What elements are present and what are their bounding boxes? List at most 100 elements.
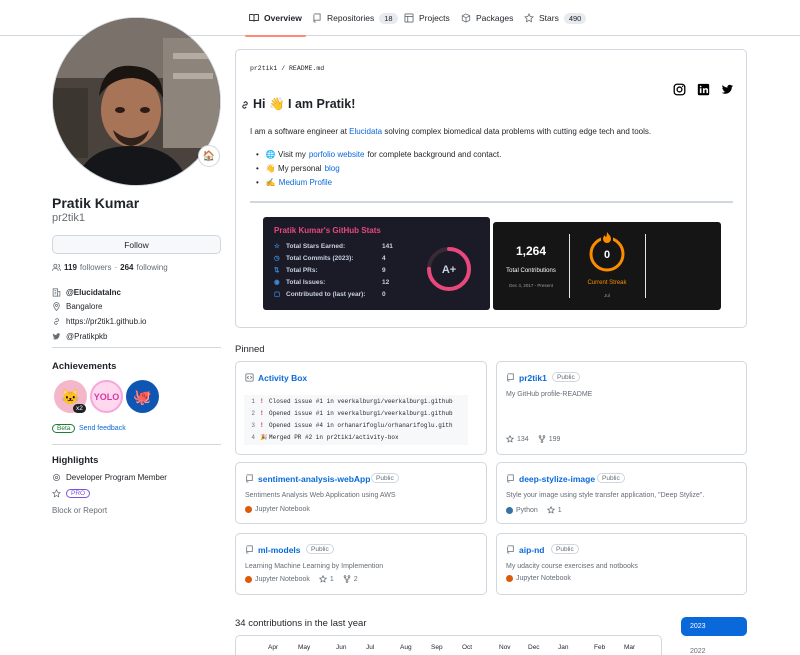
pinned-item-name[interactable]: pr2tik1 bbox=[519, 373, 547, 383]
tab-projects[interactable]: Projects bbox=[404, 0, 450, 36]
public-badge: Public bbox=[552, 372, 580, 382]
profile-name: Pratik Kumar bbox=[52, 195, 140, 211]
twitter-logo-icon[interactable] bbox=[721, 83, 734, 96]
tab-stars-label: Stars bbox=[539, 13, 559, 23]
stars-link[interactable]: 134 bbox=[506, 435, 529, 443]
stars-link[interactable]: 1 bbox=[318, 575, 334, 583]
following-label[interactable]: following bbox=[137, 263, 168, 272]
repo-icon: ▢ bbox=[274, 291, 281, 298]
clock-icon: ◷ bbox=[274, 255, 280, 262]
pinned-item-description: My udacity course exercises and notbooks bbox=[506, 563, 638, 570]
public-badge: Public bbox=[371, 473, 399, 483]
elucidata-link[interactable]: Elucidata bbox=[349, 127, 382, 136]
medium-profile-link[interactable]: Medium Profile bbox=[279, 178, 332, 187]
pinned-item-name[interactable]: sentiment-analysis-webApp bbox=[258, 474, 370, 484]
highlight-developer-program: Developer Program Member bbox=[52, 473, 167, 482]
stat-value: 4 bbox=[382, 254, 386, 262]
tab-packages[interactable]: Packages bbox=[461, 0, 513, 36]
pinned-item-name[interactable]: Activity Box bbox=[258, 373, 307, 383]
forks-count: 2 bbox=[353, 575, 358, 583]
pinned-item-name[interactable]: aip-nd bbox=[519, 545, 545, 555]
vcard-twitter[interactable]: @Pratikpkb bbox=[52, 332, 107, 341]
followers-count[interactable]: 119 bbox=[64, 263, 77, 272]
gist-line-text: Merged PR #2 in pr2tik1/activity-box bbox=[269, 433, 399, 441]
forks-link[interactable]: 199 bbox=[538, 435, 560, 443]
organization-icon bbox=[52, 288, 61, 297]
pinned-item-activity-box[interactable]: Activity Box 1! Closed issue #1 in veerka… bbox=[235, 361, 487, 455]
pinned-item-name[interactable]: deep-stylize-image bbox=[519, 474, 595, 484]
follow-button[interactable]: Follow bbox=[52, 235, 221, 254]
list-item: ✍️ Medium Profile bbox=[256, 175, 501, 189]
block-or-report-text: Block or Report bbox=[52, 506, 108, 515]
repo-icon bbox=[246, 474, 253, 483]
current-streak-ring: 0 bbox=[589, 232, 625, 272]
github-stats-card[interactable]: Pratik Kumar's GitHub Stats ☆ Total Stars… bbox=[263, 217, 490, 310]
year-2022-button[interactable]: 2022 bbox=[681, 642, 747, 655]
vcard-website[interactable]: https://pr2tik1.github.io bbox=[52, 317, 147, 326]
tab-packages-label: Packages bbox=[476, 13, 514, 23]
month-label: Jan bbox=[558, 644, 569, 651]
tab-overview[interactable]: Overview bbox=[245, 0, 306, 37]
current-streak-sub: Jul bbox=[604, 293, 610, 298]
total-contributions-range: Dec 4, 2017 - Present bbox=[509, 283, 553, 288]
month-label: Jul bbox=[366, 644, 375, 651]
intro-text-before: I am a software engineer at bbox=[250, 127, 350, 136]
blog-link[interactable]: blog bbox=[325, 164, 340, 173]
current-streak-label: Current Streak bbox=[587, 280, 627, 286]
following-count[interactable]: 264 bbox=[120, 263, 133, 272]
streak-stats-card[interactable]: 1,264 Total Contributions Dec 4, 2017 - … bbox=[493, 222, 721, 310]
star-icon: ☆ bbox=[274, 243, 280, 250]
fork-icon bbox=[538, 435, 545, 443]
portfolio-link[interactable]: porfolio website bbox=[309, 150, 365, 159]
achievement-yolo-icon[interactable]: YOLO bbox=[90, 380, 123, 413]
year-2023-button[interactable]: 2023 bbox=[681, 617, 747, 636]
language: Jupyter Notebook bbox=[245, 575, 310, 583]
month-label: Dec bbox=[528, 644, 540, 651]
profile-login: pr2tik1 bbox=[52, 212, 86, 224]
block-or-report-link[interactable]: Block or Report bbox=[52, 506, 107, 515]
readme-path-user[interactable]: pr2tik1 bbox=[250, 65, 277, 72]
website-text: https://pr2tik1.github.io bbox=[66, 317, 147, 326]
pinned-item-deep-stylize-image[interactable]: deep-stylize-image Public Style your ima… bbox=[496, 462, 747, 524]
avatar[interactable] bbox=[52, 17, 221, 186]
tab-repositories[interactable]: Repositories 18 bbox=[312, 0, 398, 36]
readme-path-separator: / bbox=[277, 65, 290, 72]
followers-label[interactable]: followers bbox=[80, 263, 112, 272]
pinned-item-name[interactable]: ml-models bbox=[258, 545, 301, 555]
forks-link[interactable]: 2 bbox=[343, 575, 358, 583]
readme-intro: I am a software engineer at Elucidata so… bbox=[250, 127, 651, 136]
issue-opened-icon: ! bbox=[260, 409, 264, 417]
highlights-title: Highlights bbox=[52, 455, 99, 466]
anchor-link-icon[interactable] bbox=[240, 100, 250, 110]
month-label: May bbox=[298, 644, 311, 651]
status-emoji[interactable]: 🏠 bbox=[198, 145, 220, 167]
readme-path-file: README.md bbox=[289, 65, 325, 72]
beta-badge: Beta bbox=[52, 424, 76, 433]
package-icon bbox=[461, 13, 471, 23]
stars-count: 1 bbox=[557, 506, 562, 514]
language: Jupyter Notebook bbox=[245, 506, 310, 513]
readme-divider bbox=[250, 201, 733, 203]
vcard-company[interactable]: @ElucidataInc bbox=[52, 288, 121, 297]
pinned-item-pr2tik1[interactable]: pr2tik1 Public My GitHub profile-README … bbox=[496, 361, 747, 455]
stat-label: Total Commits (2023): bbox=[286, 254, 354, 262]
linkedin-icon[interactable] bbox=[697, 83, 710, 96]
send-feedback-link[interactable]: Send feedback bbox=[79, 425, 126, 432]
pinned-item-description: Style your image using style transfer ap… bbox=[506, 492, 705, 499]
pinned-item-aip-nd[interactable]: aip-nd Public My udacity course exercise… bbox=[496, 533, 747, 595]
book-icon bbox=[249, 14, 259, 22]
achievement-quickdraw-icon[interactable]: 🐙 bbox=[126, 380, 159, 413]
star-icon bbox=[546, 506, 555, 514]
pinned-item-sentiment-analysis-webapp[interactable]: sentiment-analysis-webApp Public Sentime… bbox=[235, 462, 487, 524]
instagram-icon[interactable] bbox=[673, 83, 686, 96]
pinned-item-description: My GitHub profile-README bbox=[506, 391, 593, 398]
repo-icon bbox=[313, 13, 321, 23]
pinned-item-ml-models[interactable]: ml-models Public Learning Machine Learni… bbox=[235, 533, 487, 595]
language-name: Jupyter Notebook bbox=[255, 506, 310, 513]
tab-stars[interactable]: Stars 490 bbox=[524, 0, 587, 36]
stat-value: 141 bbox=[382, 242, 393, 250]
avatar-photo bbox=[53, 18, 220, 185]
stars-link[interactable]: 1 bbox=[546, 506, 562, 514]
location-icon bbox=[53, 302, 60, 311]
gist-line: 2! Opened issue #1 in veerkalburgi/veerka… bbox=[244, 407, 468, 419]
